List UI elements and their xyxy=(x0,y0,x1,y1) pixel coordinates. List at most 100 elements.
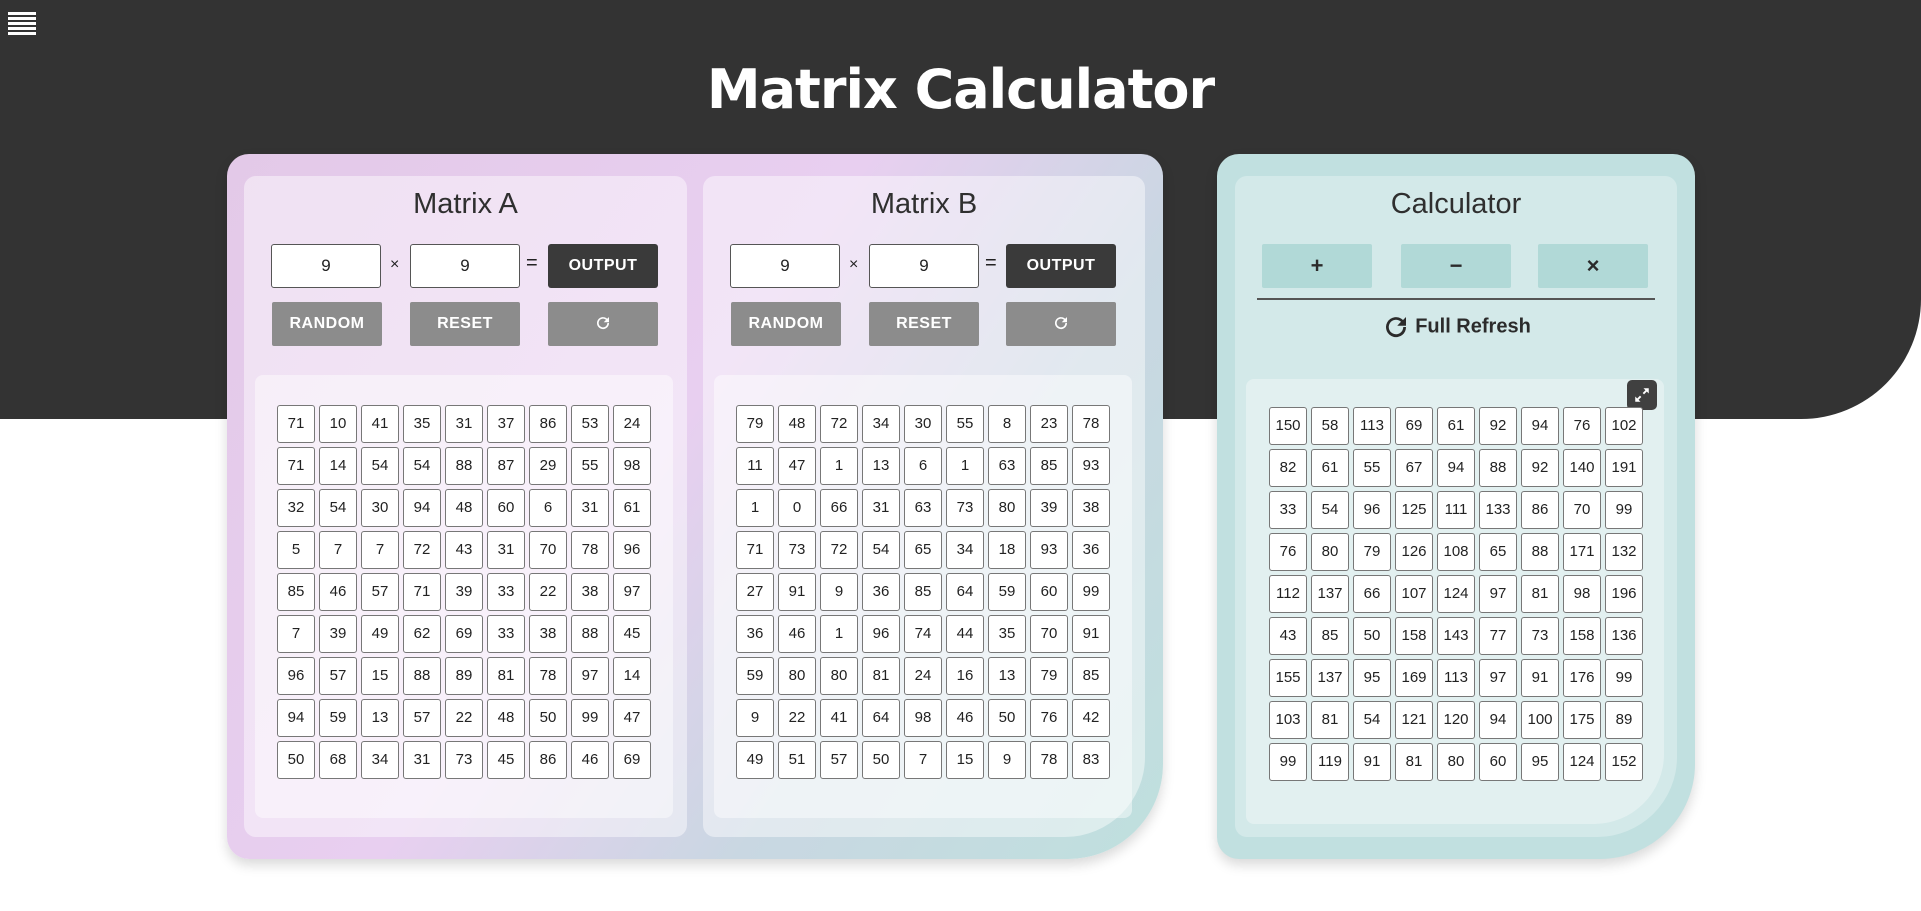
matrix-b-cell[interactable]: 55 xyxy=(946,405,984,443)
matrix-a-cell[interactable]: 39 xyxy=(445,573,483,611)
matrix-a-cell[interactable]: 99 xyxy=(571,699,609,737)
matrix-b-cell[interactable]: 30 xyxy=(904,405,942,443)
matrix-a-cell[interactable]: 54 xyxy=(361,447,399,485)
matrix-b-cell[interactable]: 57 xyxy=(820,741,858,779)
matrix-a-cell[interactable]: 46 xyxy=(319,573,357,611)
matrix-b-cell[interactable]: 72 xyxy=(820,405,858,443)
matrix-b-cell[interactable]: 18 xyxy=(988,531,1026,569)
multiply-button[interactable]: × xyxy=(1538,244,1648,288)
matrix-a-cell[interactable]: 78 xyxy=(571,531,609,569)
matrix-a-cell[interactable]: 81 xyxy=(487,657,525,695)
matrix-a-cell[interactable]: 54 xyxy=(319,489,357,527)
subtract-button[interactable]: − xyxy=(1401,244,1511,288)
matrix-b-output-button[interactable]: OUTPUT xyxy=(1006,244,1116,288)
matrix-a-random-button[interactable]: RANDOM xyxy=(272,302,382,346)
matrix-a-cell[interactable]: 50 xyxy=(277,741,315,779)
matrix-b-cell[interactable]: 72 xyxy=(820,531,858,569)
matrix-b-cell[interactable]: 70 xyxy=(1030,615,1068,653)
matrix-a-cell[interactable]: 33 xyxy=(487,615,525,653)
matrix-a-cell[interactable]: 88 xyxy=(571,615,609,653)
matrix-a-cell[interactable]: 59 xyxy=(319,699,357,737)
matrix-a-cell[interactable]: 61 xyxy=(613,489,651,527)
matrix-b-cell[interactable]: 38 xyxy=(1072,489,1110,527)
matrix-b-cell[interactable]: 98 xyxy=(904,699,942,737)
matrix-b-random-button[interactable]: RANDOM xyxy=(731,302,841,346)
menu-icon[interactable] xyxy=(8,12,36,35)
matrix-a-cell[interactable]: 71 xyxy=(403,573,441,611)
matrix-a-rows-input[interactable]: 9 xyxy=(271,244,381,288)
matrix-a-cell[interactable]: 41 xyxy=(361,405,399,443)
matrix-b-cell[interactable]: 36 xyxy=(736,615,774,653)
matrix-a-cell[interactable]: 35 xyxy=(403,405,441,443)
matrix-a-cell[interactable]: 34 xyxy=(361,741,399,779)
matrix-b-cell[interactable]: 31 xyxy=(862,489,900,527)
matrix-a-cell[interactable]: 69 xyxy=(445,615,483,653)
matrix-b-cell[interactable]: 59 xyxy=(736,657,774,695)
matrix-a-cell[interactable]: 31 xyxy=(571,489,609,527)
matrix-a-cell[interactable]: 72 xyxy=(403,531,441,569)
matrix-b-cell[interactable]: 13 xyxy=(988,657,1026,695)
matrix-a-cell[interactable]: 7 xyxy=(319,531,357,569)
matrix-b-cell[interactable]: 8 xyxy=(988,405,1026,443)
matrix-a-cell[interactable]: 22 xyxy=(529,573,567,611)
matrix-a-cell[interactable]: 88 xyxy=(403,657,441,695)
matrix-a-cell[interactable]: 7 xyxy=(277,615,315,653)
matrix-a-cell[interactable]: 88 xyxy=(445,447,483,485)
matrix-b-cell[interactable]: 41 xyxy=(820,699,858,737)
matrix-a-cell[interactable]: 14 xyxy=(613,657,651,695)
matrix-b-cell[interactable]: 47 xyxy=(778,447,816,485)
matrix-a-cell[interactable]: 89 xyxy=(445,657,483,695)
matrix-b-cell[interactable]: 0 xyxy=(778,489,816,527)
matrix-b-cell[interactable]: 80 xyxy=(988,489,1026,527)
matrix-a-cell[interactable]: 57 xyxy=(361,573,399,611)
matrix-a-cell[interactable]: 22 xyxy=(445,699,483,737)
matrix-a-cell[interactable]: 94 xyxy=(403,489,441,527)
matrix-b-cell[interactable]: 46 xyxy=(946,699,984,737)
matrix-b-cell[interactable]: 59 xyxy=(988,573,1026,611)
matrix-a-cell[interactable]: 86 xyxy=(529,405,567,443)
matrix-b-cell[interactable]: 36 xyxy=(862,573,900,611)
matrix-a-cell[interactable]: 71 xyxy=(277,447,315,485)
matrix-b-cell[interactable]: 50 xyxy=(988,699,1026,737)
matrix-a-cell[interactable]: 47 xyxy=(613,699,651,737)
matrix-a-cell[interactable]: 97 xyxy=(613,573,651,611)
matrix-a-cell[interactable]: 38 xyxy=(529,615,567,653)
matrix-b-rows-input[interactable]: 9 xyxy=(730,244,840,288)
matrix-a-cell[interactable]: 78 xyxy=(529,657,567,695)
matrix-a-cell[interactable]: 29 xyxy=(529,447,567,485)
matrix-b-cell[interactable]: 71 xyxy=(736,531,774,569)
matrix-b-cell[interactable]: 85 xyxy=(1030,447,1068,485)
matrix-a-cell[interactable]: 45 xyxy=(613,615,651,653)
matrix-a-cell[interactable]: 48 xyxy=(445,489,483,527)
matrix-a-cell[interactable]: 31 xyxy=(403,741,441,779)
matrix-a-cell[interactable]: 7 xyxy=(361,531,399,569)
matrix-b-cell[interactable]: 1 xyxy=(820,447,858,485)
matrix-b-cell[interactable]: 9 xyxy=(736,699,774,737)
matrix-b-cell[interactable]: 7 xyxy=(904,741,942,779)
matrix-b-cell[interactable]: 22 xyxy=(778,699,816,737)
matrix-b-cell[interactable]: 51 xyxy=(778,741,816,779)
matrix-b-cell[interactable]: 83 xyxy=(1072,741,1110,779)
matrix-a-cell[interactable]: 43 xyxy=(445,531,483,569)
matrix-a-cell[interactable]: 5 xyxy=(277,531,315,569)
matrix-a-cell[interactable]: 24 xyxy=(613,405,651,443)
full-refresh-button[interactable]: Full Refresh xyxy=(1235,312,1677,342)
matrix-b-cell[interactable]: 74 xyxy=(904,615,942,653)
matrix-b-cell[interactable]: 85 xyxy=(1072,657,1110,695)
matrix-a-cell[interactable]: 33 xyxy=(487,573,525,611)
matrix-b-cell[interactable]: 91 xyxy=(1072,615,1110,653)
matrix-a-cell[interactable]: 60 xyxy=(487,489,525,527)
matrix-b-cell[interactable]: 93 xyxy=(1072,447,1110,485)
matrix-b-cell[interactable]: 78 xyxy=(1030,741,1068,779)
matrix-b-cell[interactable]: 85 xyxy=(904,573,942,611)
matrix-a-cell[interactable]: 15 xyxy=(361,657,399,695)
matrix-a-refresh-button[interactable] xyxy=(548,302,658,346)
matrix-b-cell[interactable]: 79 xyxy=(1030,657,1068,695)
matrix-a-cell[interactable]: 31 xyxy=(445,405,483,443)
matrix-b-cell[interactable]: 23 xyxy=(1030,405,1068,443)
matrix-a-cell[interactable]: 45 xyxy=(487,741,525,779)
matrix-b-cell[interactable]: 64 xyxy=(946,573,984,611)
matrix-b-cell[interactable]: 93 xyxy=(1030,531,1068,569)
matrix-a-cell[interactable]: 39 xyxy=(319,615,357,653)
matrix-b-cell[interactable]: 35 xyxy=(988,615,1026,653)
